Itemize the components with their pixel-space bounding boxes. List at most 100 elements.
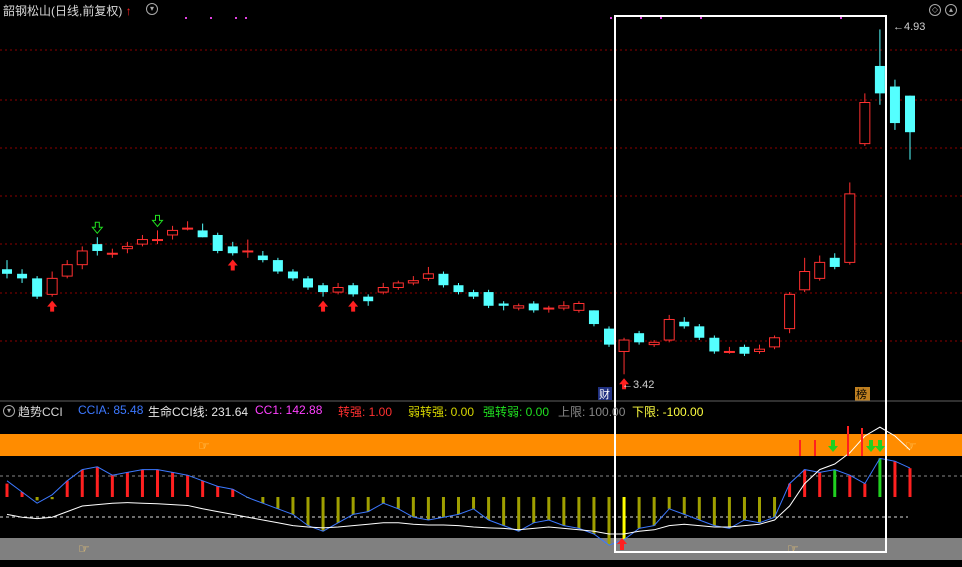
candle-body	[573, 302, 585, 311]
indicator-bar	[306, 497, 310, 526]
candle	[528, 301, 539, 313]
candle-body	[769, 337, 781, 348]
indicator-bar	[712, 497, 716, 526]
top-marker	[640, 17, 642, 19]
candle-body	[287, 271, 298, 279]
up-arrow-icon[interactable]: ▴	[945, 4, 957, 16]
candle	[422, 266, 434, 281]
candle	[739, 344, 750, 357]
candle	[257, 250, 268, 263]
cai-badge-label: 财	[599, 387, 610, 401]
candle-body	[272, 260, 283, 272]
chart-title: 韶钢松山(日线,前复权) ↑ ▾	[3, 2, 158, 19]
candle	[588, 310, 599, 327]
candle-body	[76, 250, 88, 266]
up-arrow-icon[interactable]: ↑	[126, 4, 132, 18]
indicator-bar	[848, 475, 852, 497]
candle	[889, 79, 900, 130]
candle	[348, 282, 359, 297]
indicator-bar	[878, 458, 882, 497]
indicator-bar	[321, 497, 325, 532]
candle-body	[106, 252, 118, 255]
hand-pointer-icon[interactable]: ☞	[787, 542, 799, 557]
indicator-bar	[682, 497, 686, 515]
candle-body	[513, 305, 525, 309]
candle-body	[182, 227, 194, 230]
indicator-bar	[577, 497, 581, 529]
indicator-name: 趋势CCI	[18, 405, 63, 419]
indicator-bar	[607, 497, 611, 546]
indicator-bar	[863, 483, 867, 497]
indicator-bar	[637, 497, 641, 529]
indicator-bar	[276, 497, 280, 509]
candle	[844, 182, 856, 265]
candle	[679, 317, 690, 329]
candle	[287, 269, 298, 281]
candle	[829, 253, 840, 270]
indicator-bar	[818, 472, 822, 497]
candle-body	[889, 86, 900, 124]
candle	[723, 346, 735, 354]
indicator-bar	[336, 497, 340, 523]
indicator-bar	[171, 472, 175, 497]
candle	[92, 237, 103, 256]
candle	[468, 289, 479, 299]
top-marker	[610, 17, 612, 19]
candle-body	[2, 269, 12, 274]
candle	[212, 232, 223, 254]
indicator-bar	[742, 497, 746, 520]
indicator-value: 生命CCI线: 231.64	[148, 405, 249, 419]
indicator-bar	[517, 497, 521, 532]
buy-arrow-icon	[227, 259, 238, 271]
indicator-bar	[65, 480, 69, 497]
candle-body	[618, 339, 630, 352]
candle-body	[543, 307, 555, 310]
indicator-bar	[441, 497, 445, 518]
indicator-value: 强转弱: 0.00	[483, 405, 550, 419]
indicator-bar	[80, 469, 84, 497]
indicator-bar	[216, 486, 220, 497]
candle-body	[167, 229, 179, 236]
candle	[799, 257, 811, 293]
indicator-bar	[893, 461, 897, 497]
indicator-value: 上限: 100.00	[558, 405, 626, 419]
hand-pointer-icon[interactable]: ☞	[78, 542, 90, 557]
indicator-bar	[351, 497, 355, 515]
indicator-menu-icon[interactable]: ▾	[3, 405, 15, 417]
indicator-bar	[140, 469, 144, 497]
hand-pointer-icon[interactable]: ☞	[198, 439, 210, 454]
candle	[152, 230, 163, 245]
candle-body	[61, 264, 73, 277]
indicator-bar	[833, 469, 837, 497]
indicator-bar	[95, 466, 99, 497]
candle-body	[588, 310, 599, 325]
candle-body	[17, 273, 28, 279]
candle	[2, 260, 12, 279]
hand-pointer-icon[interactable]: ☞	[905, 439, 917, 454]
indicator-bar	[411, 497, 415, 518]
candle	[604, 326, 614, 347]
sell-arrow-icon	[91, 221, 104, 235]
candle	[106, 248, 118, 258]
candle-body	[227, 246, 238, 254]
indicator-bar	[231, 489, 235, 497]
candle-body	[377, 287, 389, 293]
candle	[874, 29, 885, 105]
indicator-bar	[426, 497, 430, 520]
indicator-bar	[727, 497, 731, 529]
chevron-down-icon[interactable]: ▾	[146, 3, 158, 15]
candle-body	[694, 326, 705, 338]
candle-body	[558, 305, 570, 309]
candle	[694, 324, 705, 341]
diamond-icon[interactable]: ◇	[929, 4, 941, 16]
indicator-bar	[186, 475, 190, 497]
indicator-bar	[697, 497, 701, 520]
buy-arrow-icon	[318, 300, 329, 312]
indicator-bar	[547, 497, 551, 520]
candle-body	[784, 293, 796, 330]
indicator-value: 弱转强: 0.00	[408, 405, 475, 419]
chart-stage: ←4.93 ←3.42 财 榜 ☞ ☞ ☞ ☞ 韶钢松山(日线,前复权) ↑ ▾ ◇ ▴ ▾ …	[0, 0, 962, 562]
candle	[363, 294, 374, 306]
high-price-label: ←4.93	[893, 21, 925, 33]
candle	[242, 239, 254, 258]
